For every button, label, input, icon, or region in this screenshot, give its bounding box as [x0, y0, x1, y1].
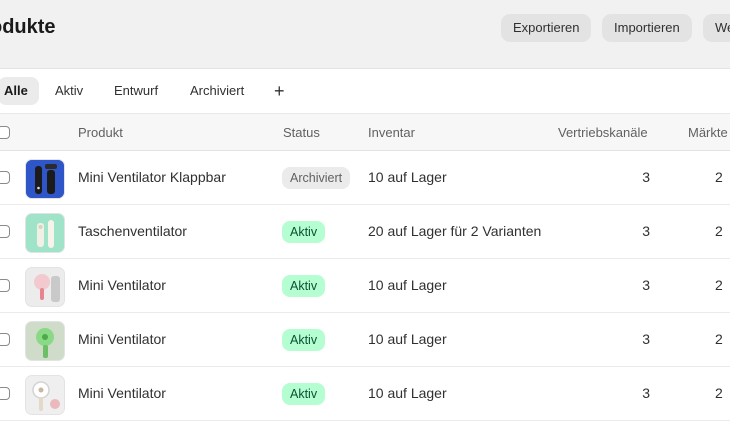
- green-pocket-fan-icon: [26, 214, 64, 252]
- markets-value: 2: [715, 169, 723, 185]
- inventory-value: 10 auf Lager: [368, 277, 447, 293]
- sales-channels-value: 3: [642, 169, 650, 185]
- sales-channels-value: 3: [642, 385, 650, 401]
- markets-value: 2: [715, 277, 723, 293]
- inventory-value: 10 auf Lager: [368, 169, 447, 185]
- row-checkbox[interactable]: [0, 171, 10, 184]
- select-all-checkbox[interactable]: [0, 126, 10, 139]
- product-thumbnail: [25, 321, 65, 361]
- page-header: odukte Exportieren Importieren We: [0, 0, 730, 69]
- product-name[interactable]: Taschenventilator: [78, 223, 187, 239]
- tab-archived[interactable]: Archiviert: [190, 77, 244, 105]
- status-badge: Aktiv: [282, 275, 326, 297]
- sales-channels-value: 3: [642, 331, 650, 347]
- table-row[interactable]: Mini Ventilator Aktiv 10 auf Lager 3 2: [0, 367, 730, 421]
- product-thumbnail: [25, 375, 65, 415]
- table-row[interactable]: Mini Ventilator Aktiv 10 auf Lager 3 2: [0, 313, 730, 367]
- table-row[interactable]: Mini Ventilator Aktiv 10 auf Lager 3 2: [0, 259, 730, 313]
- row-checkbox[interactable]: [0, 225, 10, 238]
- product-name[interactable]: Mini Ventilator: [78, 331, 166, 347]
- green-handheld-fan-icon: [26, 322, 64, 360]
- tab-draft[interactable]: Entwurf: [114, 77, 158, 105]
- product-name[interactable]: Mini Ventilator Klappbar: [78, 169, 226, 185]
- markets-value: 2: [715, 331, 723, 347]
- product-thumbnail: [25, 267, 65, 307]
- table-row[interactable]: Mini Ventilator Klappbar Archiviert 10 a…: [0, 151, 730, 205]
- product-thumbnail: [25, 213, 65, 253]
- row-checkbox[interactable]: [0, 387, 10, 400]
- status-badge: Aktiv: [282, 221, 326, 243]
- black-foldable-fan-icon: [26, 160, 64, 198]
- row-checkbox[interactable]: [0, 279, 10, 292]
- inventory-value: 10 auf Lager: [368, 331, 447, 347]
- product-thumbnail: [25, 159, 65, 199]
- product-name[interactable]: Mini Ventilator: [78, 277, 166, 293]
- sales-channels-value: 3: [642, 277, 650, 293]
- column-header-sales-channels[interactable]: Vertriebskanäle: [558, 125, 648, 140]
- export-button[interactable]: Exportieren: [501, 14, 592, 42]
- row-checkbox[interactable]: [0, 333, 10, 346]
- product-name[interactable]: Mini Ventilator: [78, 385, 166, 401]
- table-row[interactable]: Taschenventilator Aktiv 20 auf Lager für…: [0, 205, 730, 259]
- tab-active[interactable]: Aktiv: [55, 77, 83, 105]
- markets-value: 2: [715, 385, 723, 401]
- markets-value: 2: [715, 223, 723, 239]
- column-header-status[interactable]: Status: [283, 125, 320, 140]
- white-handheld-fan-icon: [26, 376, 64, 414]
- add-view-button[interactable]: +: [274, 77, 285, 105]
- inventory-value: 10 auf Lager: [368, 385, 447, 401]
- column-header-inventory[interactable]: Inventar: [368, 125, 415, 140]
- column-header-markets[interactable]: Märkte: [688, 125, 728, 140]
- status-badge: Archiviert: [282, 167, 351, 189]
- more-actions-button[interactable]: We: [703, 14, 730, 42]
- tab-all[interactable]: Alle: [0, 77, 39, 105]
- inventory-value: 20 auf Lager für 2 Varianten: [368, 223, 542, 239]
- sales-channels-value: 3: [642, 223, 650, 239]
- pink-handheld-fan-icon: [26, 268, 64, 306]
- page-title: odukte: [0, 16, 56, 38]
- import-button[interactable]: Importieren: [602, 14, 692, 42]
- table-header: Produkt Status Inventar Vertriebskanäle …: [0, 113, 730, 151]
- filter-tabs: Alle Aktiv Entwurf Archiviert +: [0, 69, 730, 113]
- column-header-product[interactable]: Produkt: [78, 125, 123, 140]
- status-badge: Aktiv: [282, 329, 326, 351]
- status-badge: Aktiv: [282, 383, 326, 405]
